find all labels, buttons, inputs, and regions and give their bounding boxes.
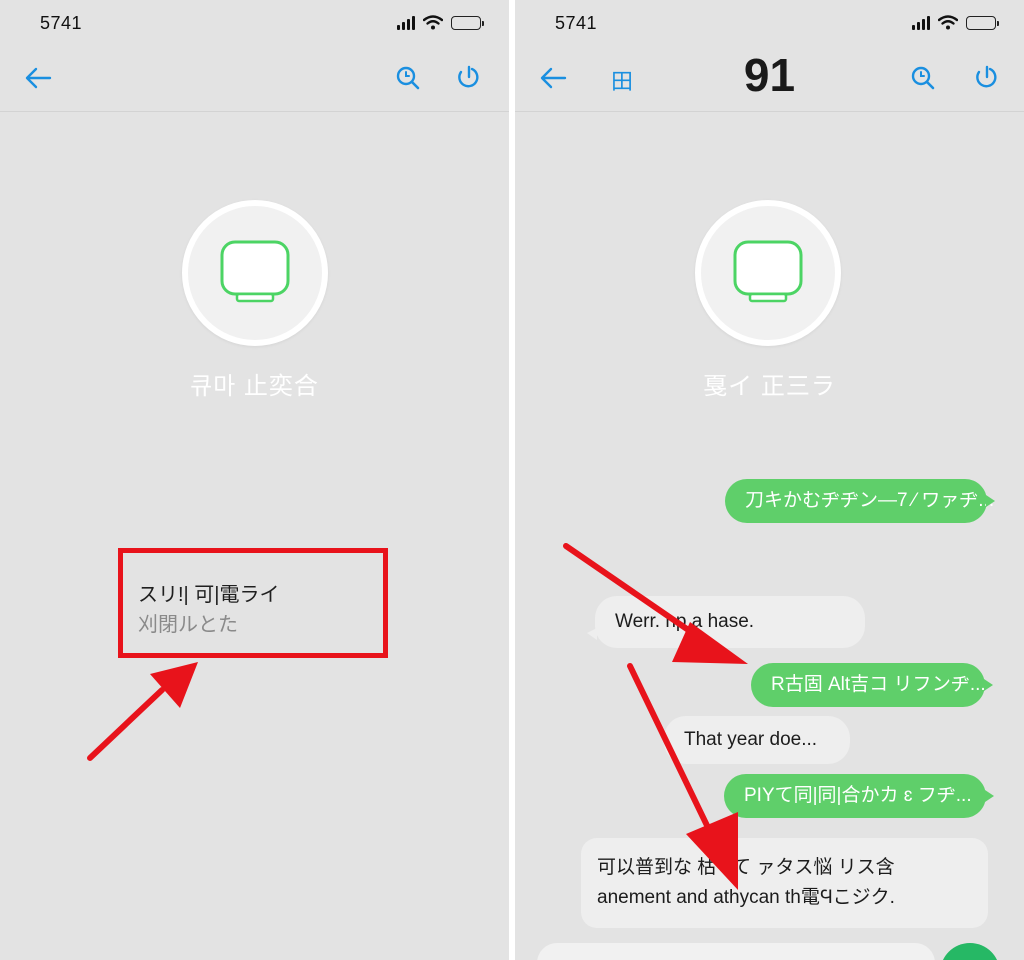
left-chat-screen: 5741 큐마 止奕合 スリ!| 可|電ライ 刈閉ルとた xyxy=(0,0,509,960)
highlighted-message-title[interactable]: スリ!| 可|電ライ xyxy=(138,578,280,607)
message-input[interactable] xyxy=(537,943,935,960)
message-incoming-multiline[interactable]: 可以普到な 枯 ‡て ァタス悩 リス含 anement and athycan … xyxy=(581,838,988,928)
status-time: 5741 xyxy=(555,13,598,33)
cellular-signal-icon xyxy=(397,15,415,30)
send-button[interactable] xyxy=(940,943,1000,960)
message-incoming[interactable]: That year doe... xyxy=(664,716,850,764)
call-icon[interactable] xyxy=(970,62,1002,94)
search-icon[interactable] xyxy=(907,62,939,94)
call-icon[interactable] xyxy=(452,62,484,94)
message-outgoing[interactable]: R古固 Alt吉コ リフンヂ... xyxy=(751,663,993,707)
status-icons xyxy=(397,15,484,30)
back-arrow-icon[interactable] xyxy=(22,62,54,94)
status-bar: 5741 xyxy=(515,0,1024,46)
message-line: anement and athycan th電Ϥこジク. xyxy=(597,887,895,908)
status-bar: 5741 xyxy=(0,0,509,46)
status-time: 5741 xyxy=(40,13,83,33)
cellular-signal-icon xyxy=(912,15,930,30)
wifi-icon xyxy=(938,15,958,30)
battery-icon xyxy=(451,15,484,30)
status-icons xyxy=(912,15,999,30)
message-line: 可以普到な 枯 ‡て ァタス悩 リス含 xyxy=(597,856,895,878)
chat-bubble-icon xyxy=(733,240,803,303)
highlighted-message-subtitle: 刈閉ルとた xyxy=(138,614,238,636)
battery-icon xyxy=(966,15,999,30)
navigation-bar xyxy=(0,46,509,112)
search-icon[interactable] xyxy=(392,62,424,94)
navigation-bar: 田 91 xyxy=(515,46,1024,112)
chat-title: 91 xyxy=(743,49,796,101)
message-outgoing[interactable]: PIYて同|同|合かカ ɛ フヂ... xyxy=(724,774,994,818)
wifi-icon xyxy=(423,15,443,30)
right-chat-screen: 5741 田 91 戛イ 正三ラ 刀キかむヂヂン—7 ⁄ ワァヂ... Werr… xyxy=(515,0,1024,960)
contact-name: 큐마 止奕合 xyxy=(190,373,319,400)
contact-avatar[interactable] xyxy=(182,200,328,346)
chat-bubble-icon xyxy=(220,240,290,303)
screenshot-stage: 5741 큐마 止奕合 スリ!| 可|電ライ 刈閉ルとた 5741 田 91 戛… xyxy=(0,0,1024,960)
contact-avatar[interactable] xyxy=(695,200,841,346)
contact-name: 戛イ 正三ラ xyxy=(703,373,836,400)
message-incoming[interactable]: Werr. np a hase. xyxy=(587,596,865,648)
message-outgoing[interactable]: 刀キかむヂヂン—7 ⁄ ワァヂ... xyxy=(725,479,995,523)
